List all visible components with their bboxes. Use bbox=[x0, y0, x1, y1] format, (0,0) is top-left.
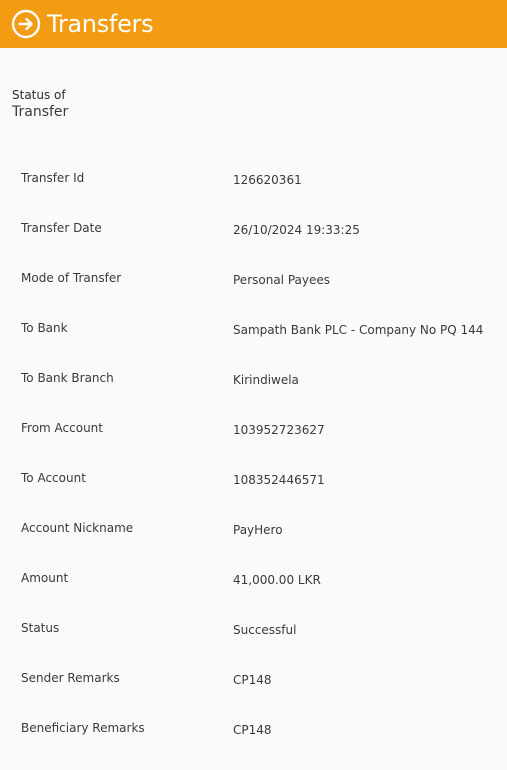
detail-value: 126620361 bbox=[233, 173, 302, 187]
arrow-right-circle-icon[interactable] bbox=[11, 9, 41, 39]
detail-label: Account Nickname bbox=[21, 521, 134, 535]
detail-value: CP148 bbox=[233, 673, 272, 687]
detail-label: Transfer Date bbox=[21, 221, 102, 235]
detail-row-transfer-date: Transfer Date 26/10/2024 19:33:25 bbox=[21, 220, 491, 270]
detail-label: From Account bbox=[21, 421, 103, 435]
detail-label: Transfer Id bbox=[21, 171, 85, 185]
detail-value: Kirindiwela bbox=[233, 373, 299, 387]
detail-value: 108352446571 bbox=[233, 473, 325, 487]
detail-row-transfer-id: Transfer Id 126620361 bbox=[21, 170, 491, 220]
detail-label: To Bank bbox=[21, 321, 68, 335]
detail-row-status: Status Successful bbox=[21, 620, 491, 670]
detail-value: 26/10/2024 19:33:25 bbox=[233, 223, 360, 237]
app-header: Transfers bbox=[0, 0, 507, 48]
detail-label: Amount bbox=[21, 571, 69, 585]
detail-row-to-bank: To Bank Sampath Bank PLC - Company No PQ… bbox=[21, 320, 491, 370]
detail-row-account-nickname: Account Nickname PayHero bbox=[21, 520, 491, 570]
detail-value: Personal Payees bbox=[233, 273, 330, 287]
detail-value: 103952723627 bbox=[233, 423, 325, 437]
status-heading: Status of Transfer bbox=[12, 87, 68, 121]
detail-row-beneficiary-remarks: Beneficiary Remarks CP148 bbox=[21, 720, 491, 770]
transfer-details: Transfer Id 126620361 Transfer Date 26/1… bbox=[21, 170, 491, 770]
status-heading-line2: Transfer bbox=[12, 104, 69, 120]
detail-label: Sender Remarks bbox=[21, 671, 120, 685]
detail-label: To Bank Branch bbox=[21, 371, 114, 385]
detail-value: Sampath Bank PLC - Company No PQ 144 bbox=[233, 323, 484, 337]
detail-label: Status bbox=[21, 621, 60, 635]
detail-value: Successful bbox=[233, 623, 297, 637]
detail-row-to-account: To Account 108352446571 bbox=[21, 470, 491, 520]
detail-label: To Account bbox=[21, 471, 86, 485]
page-title: Transfers bbox=[47, 10, 154, 38]
detail-value: 41,000.00 LKR bbox=[233, 573, 321, 587]
status-heading-line1: Status of bbox=[12, 88, 66, 102]
detail-row-to-bank-branch: To Bank Branch Kirindiwela bbox=[21, 370, 491, 420]
detail-value: PayHero bbox=[233, 523, 283, 537]
detail-row-from-account: From Account 103952723627 bbox=[21, 420, 491, 470]
detail-label: Mode of Transfer bbox=[21, 271, 122, 285]
detail-value: CP148 bbox=[233, 723, 272, 737]
detail-label: Beneficiary Remarks bbox=[21, 721, 145, 735]
detail-row-mode-of-transfer: Mode of Transfer Personal Payees bbox=[21, 270, 491, 320]
detail-row-sender-remarks: Sender Remarks CP148 bbox=[21, 670, 491, 720]
detail-row-amount: Amount 41,000.00 LKR bbox=[21, 570, 491, 620]
